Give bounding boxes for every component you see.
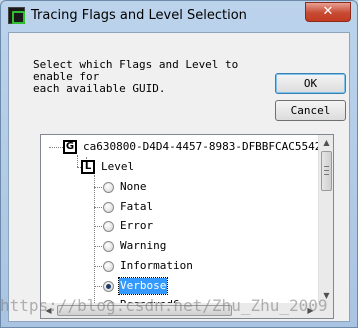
ok-button[interactable]: OK (275, 73, 346, 94)
tree-connector (94, 286, 102, 287)
cancel-button[interactable]: Cancel (275, 100, 346, 121)
tracing-app-icon (8, 7, 25, 24)
radio-error[interactable] (103, 221, 114, 232)
option-warning-label[interactable]: Warning (120, 238, 166, 254)
title-bar[interactable]: Tracing Flags and Level Selection ✕ (1, 1, 357, 31)
radio-information[interactable] (103, 261, 114, 272)
tree-connector (77, 155, 78, 167)
option-information-label[interactable]: Information (120, 258, 193, 274)
tree-connector (94, 187, 102, 188)
tree-connector (94, 246, 102, 247)
guid-node-label[interactable]: ca630800-D4D4-4457-8983-DFBBFCAC5542.tm (83, 139, 333, 155)
dialog-window: Tracing Flags and Level Selection ✕ Sele… (0, 0, 358, 328)
radio-none[interactable] (103, 182, 114, 193)
vertical-scroll-thumb[interactable] (321, 151, 332, 191)
scroll-up-icon[interactable]: ▲ (319, 135, 333, 150)
radio-verbose[interactable] (103, 281, 114, 292)
flags-tree-view[interactable]: G ca630800-D4D4-4457-8983-DFBBFCAC5542.t… (40, 134, 334, 319)
tree-connector (94, 226, 102, 227)
grip-icon (324, 166, 329, 175)
tree-connector (94, 207, 102, 208)
option-fatal-label[interactable]: Fatal (120, 199, 153, 215)
instruction-text: Select which Flags and Level to enable f… (33, 58, 239, 95)
option-none-label[interactable]: None (120, 179, 147, 195)
vertical-scrollbar[interactable]: ▲ ▼ (318, 135, 333, 303)
level-node-label[interactable]: Level (101, 159, 134, 175)
tree-connector (94, 266, 102, 267)
tree-connector (94, 175, 95, 303)
radio-warning[interactable] (103, 241, 114, 252)
guid-node-icon: G (63, 140, 77, 154)
window-title: Tracing Flags and Level Selection (31, 8, 247, 23)
watermark: https://blog.csdn.net/Zhu_Zhu_2009 (0, 296, 328, 315)
option-verbose-label[interactable]: Verbose (117, 277, 169, 295)
close-button[interactable]: ✕ (305, 2, 351, 22)
option-error-label[interactable]: Error (120, 218, 153, 234)
radio-fatal[interactable] (103, 202, 114, 213)
dialog-body: Select which Flags and Level to enable f… (8, 32, 350, 322)
level-node-icon: L (81, 160, 95, 174)
tree-connector (49, 147, 63, 148)
